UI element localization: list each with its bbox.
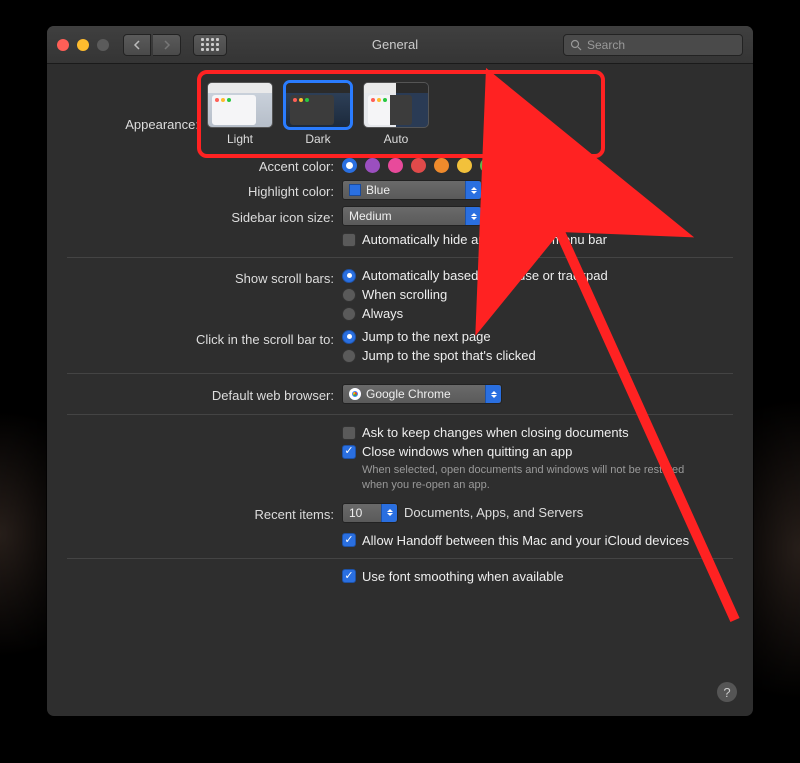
appearance-auto-label: Auto <box>384 132 409 146</box>
font-smoothing-checkbox[interactable] <box>342 569 356 583</box>
appearance-dark-label: Dark <box>305 132 330 146</box>
forward-button[interactable] <box>153 34 181 56</box>
back-button[interactable] <box>123 34 151 56</box>
stepper-arrows-icon <box>485 385 501 403</box>
search-placeholder: Search <box>587 38 625 52</box>
divider <box>67 414 733 415</box>
content-area: Appearance: Light Dark <box>47 64 753 716</box>
accent-swatch[interactable] <box>365 158 380 173</box>
minimize-button[interactable] <box>77 39 89 51</box>
handoff-label: Allow Handoff between this Mac and your … <box>362 533 689 548</box>
traffic-lights <box>57 39 109 51</box>
stepper-arrows-icon <box>381 504 397 522</box>
click-scroll-spot-radio[interactable] <box>342 349 356 363</box>
autohide-menubar-label: Automatically hide and show the menu bar <box>362 232 607 247</box>
accent-swatch[interactable] <box>457 158 472 173</box>
appearance-option-dark[interactable] <box>285 82 351 128</box>
appearance-option-light[interactable] <box>207 82 273 128</box>
accent-swatch[interactable] <box>342 158 357 173</box>
click-scroll-spot-label: Jump to the spot that's clicked <box>362 348 536 363</box>
recent-label: Recent items: <box>67 504 342 522</box>
accent-swatch[interactable] <box>480 158 495 173</box>
autohide-menubar-checkbox[interactable] <box>342 233 356 247</box>
stepper-arrows-icon <box>465 181 481 199</box>
close-windows-label: Close windows when quitting an app <box>362 444 572 459</box>
sidebar-size-value: Medium <box>349 209 392 223</box>
recent-select[interactable]: 10 <box>342 503 398 523</box>
accent-swatch[interactable] <box>411 158 426 173</box>
divider <box>67 558 733 559</box>
highlight-label: Highlight color: <box>67 181 342 199</box>
scrollbars-auto-radio[interactable] <box>342 269 356 283</box>
accent-label: Accent color: <box>67 156 342 174</box>
accent-swatches <box>342 158 518 173</box>
appearance-light-label: Light <box>227 132 253 146</box>
recent-value: 10 <box>349 506 362 520</box>
highlight-swatch-icon <box>349 184 361 196</box>
scrollbars-label: Show scroll bars: <box>67 268 342 286</box>
default-browser-label: Default web browser: <box>67 385 342 403</box>
grid-icon <box>201 38 219 51</box>
accent-swatch[interactable] <box>503 158 518 173</box>
chrome-icon <box>349 388 361 400</box>
scrollbars-always-label: Always <box>362 306 403 321</box>
appearance-label: Appearance: <box>67 97 207 132</box>
question-icon: ? <box>723 685 730 700</box>
help-button[interactable]: ? <box>717 682 737 702</box>
chevron-left-icon <box>133 40 141 50</box>
stepper-arrows-icon <box>465 207 481 225</box>
chevron-right-icon <box>163 40 171 50</box>
preferences-window: General Search Appearance: Light <box>47 26 753 716</box>
click-scroll-next-radio[interactable] <box>342 330 356 344</box>
highlight-select[interactable]: Blue <box>342 180 482 200</box>
click-scroll-next-label: Jump to the next page <box>362 329 491 344</box>
divider <box>67 373 733 374</box>
ask-changes-label: Ask to keep changes when closing documen… <box>362 425 629 440</box>
close-button[interactable] <box>57 39 69 51</box>
appearance-option-auto[interactable] <box>363 82 429 128</box>
click-scroll-label: Click in the scroll bar to: <box>67 329 342 347</box>
scrollbars-scrolling-label: When scrolling <box>362 287 447 302</box>
ask-changes-checkbox[interactable] <box>342 426 356 440</box>
search-field[interactable]: Search <box>563 34 743 56</box>
close-windows-checkbox[interactable] <box>342 445 356 459</box>
zoom-button[interactable] <box>97 39 109 51</box>
window-title: General <box>235 37 555 52</box>
sidebar-size-select[interactable]: Medium <box>342 206 482 226</box>
handoff-checkbox[interactable] <box>342 533 356 547</box>
default-browser-value: Google Chrome <box>366 387 451 401</box>
titlebar: General Search <box>47 26 753 64</box>
close-windows-helper: When selected, open documents and window… <box>362 463 702 493</box>
font-smoothing-label: Use font smoothing when available <box>362 569 564 584</box>
scrollbars-scrolling-radio[interactable] <box>342 288 356 302</box>
divider <box>67 257 733 258</box>
recent-suffix: Documents, Apps, and Servers <box>404 505 583 520</box>
show-all-button[interactable] <box>193 34 227 56</box>
highlight-value: Blue <box>366 183 390 197</box>
sidebar-size-label: Sidebar icon size: <box>67 207 342 225</box>
accent-swatch[interactable] <box>434 158 449 173</box>
scrollbars-always-radio[interactable] <box>342 307 356 321</box>
accent-swatch[interactable] <box>388 158 403 173</box>
scrollbars-auto-label: Automatically based on mouse or trackpad <box>362 268 608 283</box>
default-browser-select[interactable]: Google Chrome <box>342 384 502 404</box>
search-icon <box>570 39 582 51</box>
